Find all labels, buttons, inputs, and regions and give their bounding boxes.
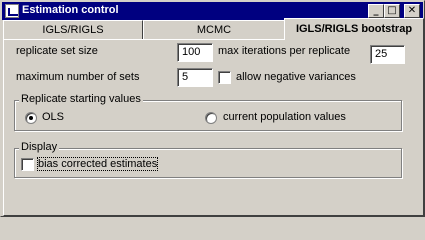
replicate-starting-values-title: Replicate starting values bbox=[19, 93, 143, 105]
max-iterations-label: max iterations per replicate bbox=[218, 45, 351, 57]
replicate-set-size-label: replicate set size bbox=[16, 45, 98, 57]
replicate-set-size-input[interactable]: 100 bbox=[177, 43, 213, 62]
app-icon bbox=[5, 4, 19, 18]
current-population-values-label: current population values bbox=[223, 111, 346, 123]
tab-mcmc[interactable]: MCMC bbox=[143, 20, 285, 39]
minimize-button[interactable]: _ bbox=[368, 4, 384, 18]
allow-negative-variances-label: allow negative variances bbox=[236, 71, 356, 83]
window-title: Estimation control bbox=[22, 4, 119, 16]
maximum-sets-input[interactable]: 5 bbox=[177, 68, 213, 87]
replicate-starting-values-group: Replicate starting values OLS current po… bbox=[14, 93, 402, 131]
current-population-values-radio[interactable] bbox=[205, 112, 217, 124]
close-button[interactable]: ✕ bbox=[404, 4, 420, 18]
ols-radio[interactable] bbox=[25, 112, 37, 124]
estimation-control-window: Estimation control _ □ ✕ IGLS/RIGLS MCMC… bbox=[0, 0, 425, 217]
tab-igls-rigls[interactable]: IGLS/RIGLS bbox=[3, 20, 143, 39]
display-title: Display bbox=[19, 141, 60, 153]
tab-igls-rigls-bootstrap[interactable]: IGLS/RIGLS bootstrap bbox=[284, 18, 424, 40]
bias-corrected-estimates-checkbox[interactable] bbox=[21, 158, 34, 171]
bias-corrected-estimates-label: bias corrected estimates bbox=[36, 157, 159, 171]
ols-label: OLS bbox=[42, 111, 65, 123]
bootstrap-panel: replicate set size 100 max iterations pe… bbox=[3, 39, 424, 216]
maximize-button[interactable]: □ bbox=[384, 4, 400, 18]
max-iterations-input[interactable]: 25 bbox=[370, 45, 405, 64]
allow-negative-variances-checkbox[interactable] bbox=[218, 71, 231, 84]
maximum-sets-label: maximum number of sets bbox=[16, 71, 140, 83]
display-group: Display bias corrected estimates bbox=[14, 141, 402, 178]
